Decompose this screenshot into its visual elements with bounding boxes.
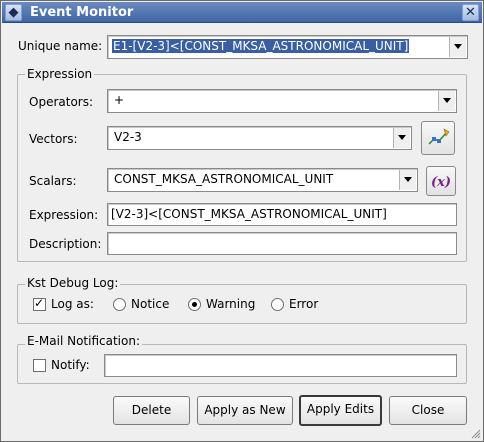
unique-name-combo[interactable]: E1-[V2-3]<[CONST_MKSA_ASTRONOMICAL_UNIT] — [107, 35, 468, 59]
description-label: Description: — [29, 237, 102, 251]
email-notification-group-title: E-Mail Notification: — [25, 334, 142, 348]
apply-as-new-button[interactable]: Apply as New — [197, 396, 293, 425]
apply-edits-button[interactable]: Apply Edits — [299, 395, 382, 426]
notice-label: Notice — [131, 297, 170, 311]
log-as-label: Log as: — [51, 297, 94, 311]
scalars-value: CONST_MKSA_ASTRONOMICAL_UNIT — [114, 172, 334, 186]
operators-value: + — [114, 93, 125, 107]
vector-plot-icon — [428, 128, 450, 145]
title-bar[interactable]: ◆ Event Monitor ✕ — [2, 2, 482, 23]
notify-email-input[interactable] — [104, 354, 457, 377]
resize-grip-icon[interactable] — [469, 427, 481, 439]
close-icon[interactable]: ✕ — [462, 4, 479, 21]
operators-label: Operators: — [29, 95, 94, 109]
vector-editor-button[interactable] — [421, 121, 455, 155]
chevron-down-icon[interactable] — [399, 170, 416, 190]
scalars-combo[interactable]: CONST_MKSA_ASTRONOMICAL_UNIT — [107, 168, 418, 192]
notice-radio[interactable] — [113, 298, 126, 311]
event-monitor-dialog: ◆ Event Monitor ✕ Unique name: E1-[V2-3]… — [0, 0, 484, 442]
operators-combo[interactable]: + — [107, 89, 457, 113]
vectors-label: Vectors: — [29, 132, 78, 146]
check-icon: ✓ — [34, 296, 45, 310]
scalar-variable-glyph: (x) — [431, 175, 451, 190]
notify-label: Notify: — [51, 358, 90, 372]
vectors-combo[interactable]: V2-3 — [107, 126, 412, 150]
window-menu-icon[interactable]: ◆ — [5, 4, 22, 21]
vectors-value: V2-3 — [114, 130, 142, 144]
delete-button[interactable]: Delete — [113, 396, 190, 425]
expression-group-title: Expression — [25, 67, 95, 81]
debug-log-group-title: Kst Debug Log: — [25, 276, 121, 290]
close-button[interactable]: Close — [389, 396, 467, 425]
expression-label: Expression: — [29, 208, 99, 222]
scalars-label: Scalars: — [29, 174, 77, 188]
log-as-checkbox[interactable]: ✓ — [33, 296, 46, 311]
notify-checkbox[interactable] — [33, 359, 46, 372]
description-input[interactable] — [107, 232, 457, 255]
chevron-down-icon[interactable] — [393, 128, 410, 148]
unique-name-value-wrap: E1-[V2-3]<[CONST_MKSA_ASTRONOMICAL_UNIT] — [112, 39, 410, 53]
unique-name-value: E1-[V2-3]<[CONST_MKSA_ASTRONOMICAL_UNIT] — [112, 39, 410, 53]
scalar-variable-icon: (x) — [431, 175, 451, 190]
window-title: Event Monitor — [30, 5, 134, 20]
radio-selected-dot — [192, 302, 197, 307]
warning-radio[interactable] — [188, 298, 201, 311]
scalar-editor-button[interactable]: (x) — [426, 166, 456, 196]
expression-input[interactable]: [V2-3]<[CONST_MKSA_ASTRONOMICAL_UNIT] — [107, 203, 457, 226]
chevron-down-icon[interactable] — [438, 91, 455, 111]
warning-label: Warning — [206, 297, 256, 311]
error-radio[interactable] — [271, 298, 284, 311]
unique-name-label: Unique name: — [18, 39, 103, 53]
chevron-down-icon[interactable] — [449, 37, 466, 57]
error-label: Error — [289, 297, 319, 311]
